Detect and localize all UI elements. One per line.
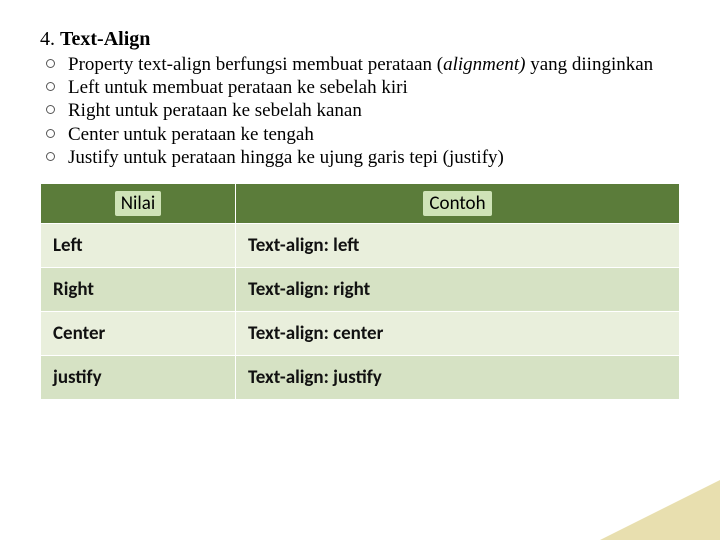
list-item: Property text-align berfungsi membuat pe… — [40, 53, 680, 76]
table-row: Left Text-align: left — [41, 223, 680, 267]
list-item: Left untuk membuat perataan ke sebelah k… — [40, 76, 680, 99]
table-cell: Text-align: center — [236, 311, 680, 355]
table-header: Nilai — [41, 183, 236, 223]
heading-title: Text-Align — [60, 28, 150, 50]
bullet-list: Property text-align berfungsi membuat pe… — [40, 53, 680, 169]
heading-number: 4. — [40, 28, 55, 50]
list-item: Justify untuk perataan hingga ke ujung g… — [40, 146, 680, 169]
bullet-text: Center untuk perataan ke tengah — [68, 124, 314, 145]
table-cell: Text-align: justify — [236, 355, 680, 399]
bullet-text: Property text-align berfungsi membuat pe… — [68, 54, 443, 75]
table-row: Right Text-align: right — [41, 267, 680, 311]
slide-content: 4. Text-Align Property text-align berfun… — [0, 0, 720, 400]
table-cell: Text-align: left — [236, 223, 680, 267]
section-heading: 4. Text-Align — [40, 28, 680, 51]
corner-decoration — [600, 480, 720, 540]
bullet-italic: alignment) — [443, 54, 525, 75]
table-cell: Left — [41, 223, 236, 267]
table-header: Contoh — [236, 183, 680, 223]
list-item: Center untuk perataan ke tengah — [40, 123, 680, 146]
table-row: Center Text-align: center — [41, 311, 680, 355]
bullet-text: Left untuk membuat perataan ke sebelah k… — [68, 77, 408, 98]
table-cell: Right — [41, 267, 236, 311]
bullet-text: Justify untuk perataan hingga ke ujung g… — [68, 147, 504, 168]
header-label: Contoh — [423, 191, 491, 216]
table-cell: justify — [41, 355, 236, 399]
table-row: justify Text-align: justify — [41, 355, 680, 399]
list-item: Right untuk perataan ke sebelah kanan — [40, 99, 680, 122]
table-cell: Text-align: right — [236, 267, 680, 311]
table-cell: Center — [41, 311, 236, 355]
bullet-text: Right untuk perataan ke sebelah kanan — [68, 100, 362, 121]
values-table: Nilai Contoh Left Text-align: left Right… — [40, 183, 680, 400]
table-header-row: Nilai Contoh — [41, 183, 680, 223]
header-label: Nilai — [115, 191, 161, 216]
bullet-text: yang diinginkan — [525, 54, 653, 75]
